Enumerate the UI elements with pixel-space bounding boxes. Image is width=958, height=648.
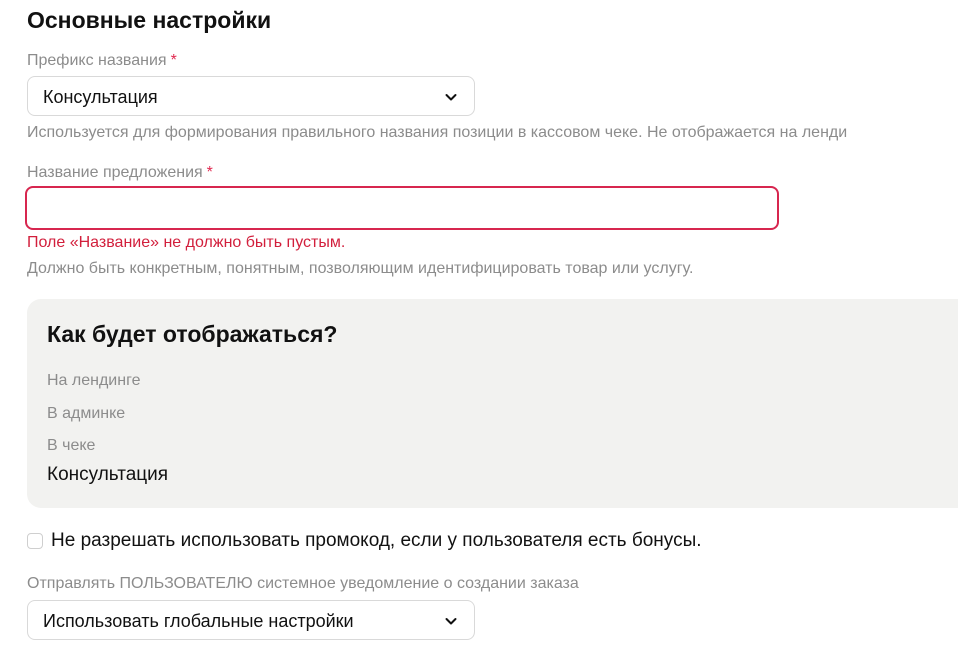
name-field-label: Название предложения *	[27, 162, 213, 184]
preview-receipt-value: Консультация	[47, 464, 169, 485]
section-title: Основные настройки	[27, 7, 272, 33]
preview-receipt-label: В чеке	[47, 437, 96, 454]
prefix-label-text: Префикс названия	[27, 52, 167, 69]
preview-landing-label: На лендинге	[47, 372, 141, 389]
required-mark: *	[206, 164, 213, 181]
display-preview-panel: Как будет отображаться? На лендинге В ад…	[27, 299, 958, 508]
chevron-down-icon	[445, 618, 457, 625]
name-hint: Должно быть конкретным, понятным, позвол…	[27, 260, 694, 277]
prefix-select[interactable]: Консультация	[27, 76, 475, 116]
offer-name-input[interactable]	[25, 186, 779, 230]
preview-admin-label: В админке	[47, 405, 126, 422]
notification-field-label: Отправлять ПОЛЬЗОВАТЕЛЮ системное уведом…	[27, 575, 579, 592]
prefix-select-value: Консультация	[43, 87, 158, 107]
chevron-down-icon	[445, 94, 457, 101]
prefix-hint: Используется для формирования правильног…	[27, 124, 848, 141]
notification-select[interactable]: Использовать глобальные настройки	[27, 600, 475, 640]
promo-bonus-checkbox-label[interactable]: Не разрешать использовать промокод, если…	[51, 529, 702, 553]
prefix-field-label: Префикс названия *	[27, 50, 177, 72]
preview-title: Как будет отображаться?	[47, 321, 338, 347]
notification-select-value: Использовать глобальные настройки	[43, 611, 354, 631]
name-error-message: Поле «Название» не должно быть пустым.	[27, 234, 346, 251]
promo-bonus-checkbox-row[interactable]: Не разрешать использовать промокод, если…	[27, 529, 702, 553]
name-label-text: Название предложения	[27, 164, 203, 181]
promo-bonus-checkbox[interactable]	[27, 533, 43, 549]
required-mark: *	[170, 52, 177, 69]
basic-settings-form: Основные настройки Префикс названия * Кон…	[0, 0, 958, 648]
